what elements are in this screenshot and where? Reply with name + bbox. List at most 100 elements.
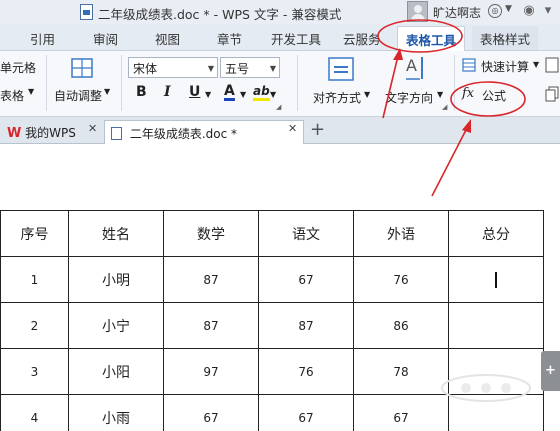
skin-icon[interactable]: ◉	[522, 4, 536, 18]
table-header-cell[interactable]: 语文	[258, 210, 354, 257]
chevron-down-icon[interactable]: ▼	[240, 90, 246, 99]
close-icon[interactable]: ✕	[288, 122, 297, 135]
wps-logo-icon: W	[7, 126, 22, 141]
table-cell-total-active[interactable]	[448, 256, 544, 303]
title-bar: 二年级成绩表.doc * - WPS 文字 - 兼容模式 旷达啊志 ◎ ▼ ◉ …	[0, 0, 560, 24]
align-button[interactable]: 对齐方式	[313, 89, 361, 106]
table-cell[interactable]: 87	[163, 256, 259, 303]
table-cell[interactable]: 4	[0, 394, 69, 431]
text-direction-button[interactable]: 文字方向	[385, 89, 433, 106]
auto-adjust-button[interactable]: 自动调整	[54, 87, 102, 104]
document-tabs: W 我的WPS ✕ 二年级成绩表.doc * ✕	[0, 117, 560, 144]
tab-view[interactable]: 视图	[155, 29, 180, 48]
table-cell[interactable]: 小明	[68, 256, 164, 303]
document-icon	[80, 4, 93, 20]
table-header-cell[interactable]: 数学	[163, 210, 259, 257]
chevron-down-icon[interactable]: ▼	[205, 90, 211, 99]
align-icon[interactable]	[328, 57, 354, 81]
quick-calc-button[interactable]: 快速计算	[481, 58, 529, 75]
table-cell[interactable]: 67	[258, 394, 354, 431]
font-size-select[interactable]: 五号 ▼	[220, 57, 280, 78]
quick-calc-icon[interactable]	[462, 58, 476, 72]
chevron-down-icon[interactable]: ▼	[437, 90, 443, 99]
table-row: 1 小明 87 67 76	[0, 256, 544, 303]
table-header-cell[interactable]: 序号	[0, 210, 69, 257]
font-color-button[interactable]: A	[224, 84, 235, 101]
user-name[interactable]: 旷达啊志	[433, 4, 481, 21]
chevron-down-icon[interactable]: ▼	[270, 90, 276, 99]
table-cell[interactable]: 87	[163, 302, 259, 349]
ribbon-tabs: 引用 审阅 视图 章节 开发工具 云服务 表格工具 表格样式	[0, 24, 560, 51]
table-cell[interactable]: 76	[353, 256, 449, 303]
table-button[interactable]: 表格	[0, 87, 24, 104]
tab-section[interactable]: 章节	[217, 29, 242, 48]
table-cell[interactable]: 97	[163, 348, 259, 395]
tab-table-tools[interactable]: 表格工具	[397, 26, 466, 51]
table-cell[interactable]	[448, 302, 544, 349]
table-cell[interactable]: 小宁	[68, 302, 164, 349]
font-size-value: 五号	[225, 62, 250, 76]
cell-button[interactable]: 单元格	[0, 59, 36, 76]
help-icon[interactable]: ▾	[541, 4, 555, 18]
table-header-cell[interactable]: 总分	[448, 210, 544, 257]
tab-my-wps-label: 我的WPS	[25, 126, 76, 140]
avatar[interactable]	[407, 1, 428, 22]
highlight-button[interactable]: ab	[253, 84, 270, 101]
italic-button[interactable]: I	[164, 84, 171, 100]
align-dialog-launcher-icon[interactable]: ◢	[442, 103, 447, 111]
underline-button[interactable]: U	[189, 84, 200, 100]
text-direction-icon[interactable]: A	[402, 55, 428, 83]
tab-developer[interactable]: 开发工具	[271, 29, 321, 48]
chevron-down-icon[interactable]: ▼	[533, 60, 539, 69]
table-cell[interactable]: 小雨	[68, 394, 164, 431]
chevron-down-icon: ▼	[269, 64, 276, 73]
document-icon	[111, 127, 122, 140]
table-row: 2 小宁 87 87 86	[0, 302, 544, 349]
table-cell[interactable]: 67	[163, 394, 259, 431]
side-expand-button[interactable]: +	[541, 351, 560, 391]
table-cell[interactable]: 67	[353, 394, 449, 431]
ribbon-toolbar: 单元格 表格 ▼ 自动调整 ▼ 宋体 ▼ 五号 ▼ B I U ▼ A ▼ ab…	[0, 51, 560, 117]
table-cell[interactable]: 78	[353, 348, 449, 395]
tab-current-document-label: 二年级成绩表.doc *	[129, 127, 238, 141]
chevron-down-icon[interactable]: ▼	[28, 87, 34, 96]
svg-text:A: A	[406, 56, 417, 75]
table-cell[interactable]: 1	[0, 256, 69, 303]
table-cell[interactable]: 3	[0, 348, 69, 395]
formula-button[interactable]: 公式	[482, 87, 506, 104]
bold-button[interactable]: B	[136, 84, 147, 100]
chevron-down-icon[interactable]: ▼	[364, 90, 370, 99]
table-header-row: 序号 姓名 数学 语文 外语 总分	[0, 210, 544, 257]
copy-icon[interactable]	[545, 86, 559, 102]
text-cursor	[495, 271, 497, 288]
table-cell[interactable]: 87	[258, 302, 354, 349]
divider	[121, 55, 122, 111]
tab-reference[interactable]: 引用	[30, 29, 55, 48]
tab-table-style[interactable]: 表格样式	[472, 26, 539, 50]
table-cell[interactable]: 小阳	[68, 348, 164, 395]
table-header-cell[interactable]: 姓名	[68, 210, 164, 257]
table-cell[interactable]: 76	[258, 348, 354, 395]
font-name-select[interactable]: 宋体 ▼	[128, 57, 218, 78]
more-icon[interactable]	[545, 57, 559, 73]
chevron-down-icon[interactable]: ▼	[505, 4, 512, 14]
divider	[297, 55, 298, 111]
auto-adjust-icon[interactable]	[70, 57, 94, 79]
close-icon[interactable]: ✕	[88, 122, 97, 135]
table-cell[interactable]: 2	[0, 302, 69, 349]
font-dialog-launcher-icon[interactable]: ◢	[276, 103, 281, 111]
watermark-logo	[441, 374, 531, 402]
window-title: 二年级成绩表.doc * - WPS 文字 - 兼容模式	[98, 7, 342, 22]
font-name-value: 宋体	[133, 62, 158, 76]
divider	[46, 55, 47, 111]
divider	[454, 55, 455, 111]
table-header-cell[interactable]: 外语	[353, 210, 449, 257]
tab-review[interactable]: 审阅	[93, 29, 118, 48]
table-cell[interactable]: 86	[353, 302, 449, 349]
tab-current-document[interactable]: 二年级成绩表.doc *	[104, 120, 304, 144]
tab-cloud[interactable]: 云服务	[343, 29, 381, 48]
chevron-down-icon[interactable]: ▼	[104, 87, 110, 96]
table-cell[interactable]: 67	[258, 256, 354, 303]
formula-fx-icon[interactable]: fx	[462, 86, 474, 101]
new-tab-plus-icon[interactable]: +	[310, 119, 325, 140]
